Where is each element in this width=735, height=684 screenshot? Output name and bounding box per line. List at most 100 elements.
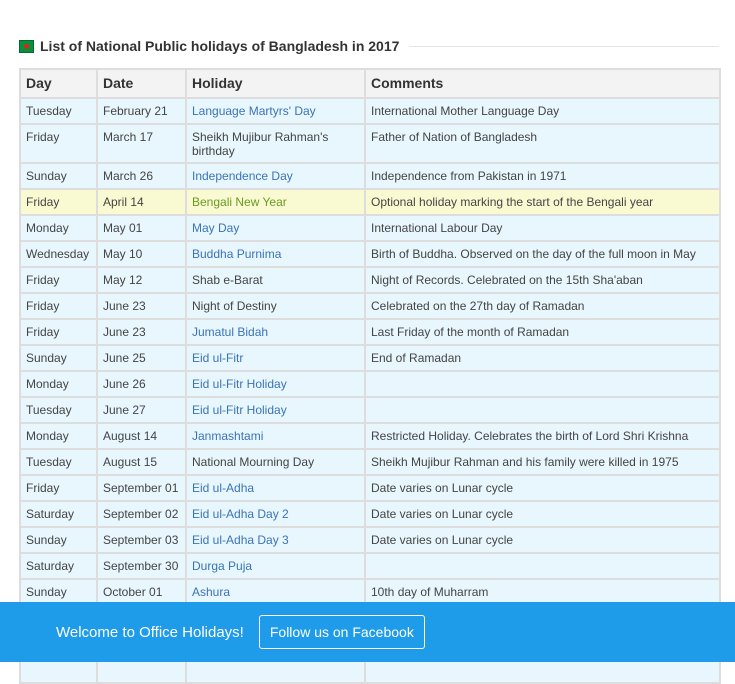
table-row: Friday September 01 Eid ul-Adha Date varies…	[19, 474, 721, 502]
day-cell: Saturday	[19, 552, 98, 580]
banner-text: Welcome to Office Holidays!	[56, 623, 244, 641]
day-cell: Wednesday	[19, 240, 98, 268]
date-cell: March 26	[96, 162, 187, 190]
holiday-cell: Sheikh Mujibur Rahman's birthday	[185, 123, 366, 164]
column-header-holiday[interactable]: Holiday	[185, 68, 366, 99]
day-cell: Tuesday	[19, 396, 98, 424]
comment-cell: International Mother Language Day	[364, 97, 721, 125]
day-cell: Sunday	[19, 162, 98, 190]
day-cell: Sunday	[19, 526, 98, 554]
day-cell: Monday	[19, 370, 98, 398]
table-row: Tuesday February 21 Language Martyrs' Day I…	[19, 97, 721, 125]
date-cell: April 14	[96, 188, 187, 216]
table-row: Wednesday May 10 Buddha Purnima Birth of Bu…	[19, 240, 721, 268]
comment-cell	[364, 370, 721, 398]
comment-cell: Last Friday of the month of Ramadan	[364, 318, 721, 346]
holiday-link[interactable]: Language Martyrs' Day	[185, 97, 366, 125]
comment-cell: Birth of Buddha. Observed on the day of …	[364, 240, 721, 268]
day-cell: Friday	[19, 474, 98, 502]
date-cell: September 02	[96, 500, 187, 528]
date-cell: June 27	[96, 396, 187, 424]
column-header-comments[interactable]: Comments	[364, 68, 721, 99]
date-cell: September 01	[96, 474, 187, 502]
holiday-link[interactable]: Buddha Purnima	[185, 240, 366, 268]
holiday-cell: National Mourning Day	[185, 448, 366, 476]
table-row: Monday June 26 Eid ul-Fitr Holiday	[19, 370, 721, 398]
comment-cell: Restricted Holiday. Celebrates the birth…	[364, 422, 721, 450]
date-cell: August 14	[96, 422, 187, 450]
date-cell: June 23	[96, 292, 187, 320]
holiday-link[interactable]: Janmashtami	[185, 422, 366, 450]
table-row: Monday May 01 May Day International Labour …	[19, 214, 721, 242]
day-cell: Saturday	[19, 500, 98, 528]
table-row: Sunday June 25 Eid ul-Fitr End of Ramadan	[19, 344, 721, 372]
comment-cell: End of Ramadan	[364, 344, 721, 372]
holiday-link[interactable]: Eid ul-Fitr Holiday	[185, 396, 366, 424]
date-cell: September 30	[96, 552, 187, 580]
comment-cell: Night of Records. Celebrated on the 15th…	[364, 266, 721, 294]
day-cell: Friday	[19, 292, 98, 320]
comment-cell: Sheikh Mujibur Rahman and his family wer…	[364, 448, 721, 476]
table-row: Tuesday August 15 National Mourning Day She…	[19, 448, 721, 476]
column-header-day[interactable]: Day	[19, 68, 98, 99]
table-row: Tuesday June 27 Eid ul-Fitr Holiday	[19, 396, 721, 424]
welcome-banner: Welcome to Office Holidays! Follow us on…	[0, 602, 735, 662]
table-row: Friday June 23 Jumatul Bidah Last Friday of…	[19, 318, 721, 346]
comment-cell: Date varies on Lunar cycle	[364, 474, 721, 502]
table-row: Friday May 12 Shab e-Barat Night of Records…	[19, 266, 721, 294]
holiday-link[interactable]: Eid ul-Fitr Holiday	[185, 370, 366, 398]
holiday-link[interactable]: Jumatul Bidah	[185, 318, 366, 346]
comment-cell: Father of Nation of Bangladesh	[364, 123, 721, 164]
day-cell: Sunday	[19, 344, 98, 372]
date-cell: August 15	[96, 448, 187, 476]
date-cell: May 10	[96, 240, 187, 268]
holiday-link[interactable]: Eid ul-Adha Day 2	[185, 500, 366, 528]
holiday-link[interactable]: Independence Day	[185, 162, 366, 190]
table-row: Sunday March 26 Independence Day Independen…	[19, 162, 721, 190]
date-cell: February 21	[96, 97, 187, 125]
date-cell: September 03	[96, 526, 187, 554]
table-row: Saturday September 30 Durga Puja	[19, 552, 721, 580]
table-row: Friday June 23 Night of Destiny Celebrated …	[19, 292, 721, 320]
holiday-link[interactable]: Eid ul-Adha Day 3	[185, 526, 366, 554]
table-row: Friday April 14 Bengali New Year Optional h…	[19, 188, 721, 216]
holiday-link[interactable]: Bengali New Year	[185, 188, 366, 216]
table-row: Friday March 17 Sheikh Mujibur Rahman's bi…	[19, 123, 721, 164]
day-cell: Tuesday	[19, 448, 98, 476]
table-header-row: Day Date Holiday Comments	[19, 68, 721, 99]
table-row: Sunday September 03 Eid ul-Adha Day 3 Date …	[19, 526, 721, 554]
date-cell: May 01	[96, 214, 187, 242]
comment-cell: International Labour Day	[364, 214, 721, 242]
holiday-link[interactable]: Durga Puja	[185, 552, 366, 580]
bangladesh-flag-icon	[19, 39, 34, 53]
holidays-table: Day Date Holiday Comments Tuesday Februar…	[19, 68, 721, 684]
date-cell: March 17	[96, 123, 187, 164]
holiday-cell: Night of Destiny	[185, 292, 366, 320]
day-cell: Friday	[19, 123, 98, 164]
comment-cell: Date varies on Lunar cycle	[364, 526, 721, 554]
page-title: List of National Public holidays of Bang…	[40, 38, 400, 54]
day-cell: Monday	[19, 422, 98, 450]
table-row: Saturday September 02 Eid ul-Adha Day 2 Dat…	[19, 500, 721, 528]
date-cell: June 23	[96, 318, 187, 346]
comment-cell	[364, 396, 721, 424]
day-cell: Friday	[19, 266, 98, 294]
follow-facebook-button[interactable]: Follow us on Facebook	[258, 615, 425, 649]
date-cell: June 25	[96, 344, 187, 372]
holiday-link[interactable]: May Day	[185, 214, 366, 242]
holiday-link[interactable]: Eid ul-Fitr	[185, 344, 366, 372]
comment-cell: Date varies on Lunar cycle	[364, 500, 721, 528]
day-cell: Friday	[19, 188, 98, 216]
holiday-link[interactable]: Eid ul-Adha	[185, 474, 366, 502]
day-cell: Tuesday	[19, 97, 98, 125]
day-cell: Friday	[19, 318, 98, 346]
column-header-date[interactable]: Date	[96, 68, 187, 99]
comment-cell: Celebrated on the 27th day of Ramadan	[364, 292, 721, 320]
holiday-cell: Shab e-Barat	[185, 266, 366, 294]
comment-cell: Independence from Pakistan in 1971	[364, 162, 721, 190]
comment-cell: Optional holiday marking the start of th…	[364, 188, 721, 216]
day-cell: Monday	[19, 214, 98, 242]
section-header: List of National Public holidays of Bang…	[19, 36, 719, 56]
date-cell: June 26	[96, 370, 187, 398]
title-divider	[409, 45, 719, 47]
